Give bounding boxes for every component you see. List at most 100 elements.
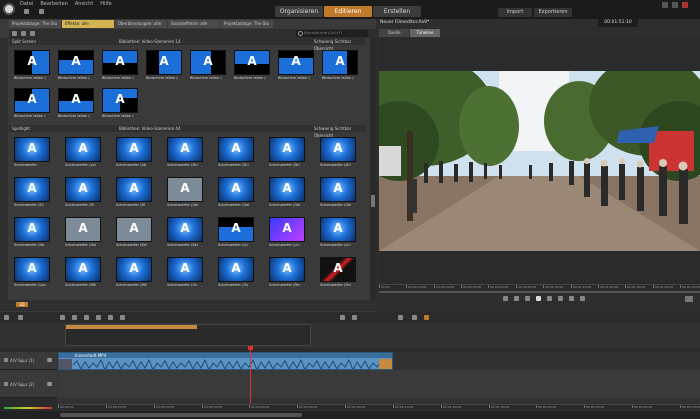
rewind-icon[interactable] [525,296,530,301]
video-preview[interactable] [379,71,700,251]
effect-thumbnail[interactable]: A Scheinwerfer (Mit [114,257,154,290]
effect-thumbnail[interactable]: A Scheinwerfer (Fil [114,177,154,210]
effect-thumbnail[interactable]: A Scheinwerfer (Lin [267,217,307,250]
track-2-lane[interactable] [58,370,700,398]
track-header-2[interactable]: A/V Spur (2) [0,370,57,398]
skip-end-icon[interactable] [569,296,574,301]
library-sidebar[interactable] [0,38,8,300]
text-icon[interactable] [72,315,77,320]
effect-thumbnail[interactable]: A Scheinwerfer (Fil [63,177,103,210]
effect-thumbnail[interactable]: A Scheinwerfer (Lin [318,217,358,250]
effect-thumbnail[interactable]: A Scheinwerfer (Dri [267,137,307,170]
effect-thumbnail[interactable]: A Bildschirm teilen ( [12,50,52,83]
split-icon[interactable] [84,315,89,320]
volume-icon[interactable] [580,296,585,301]
preview-ruler[interactable]: 00:00 00:00:10:00 00:00:20:00 00:00:30:00 00… [379,284,700,290]
trash-icon[interactable] [96,315,101,320]
3d-badge[interactable]: 3D [16,302,28,307]
zoom-in-icon[interactable] [352,315,357,320]
import-button[interactable]: Import [498,8,532,17]
zoom-icon[interactable] [340,315,345,320]
timeline-scrollbar[interactable] [0,411,700,419]
skip-start-icon[interactable] [503,296,508,301]
effect-thumbnail[interactable]: A Scheinwerfer (Gel [216,177,256,210]
effect-thumbnail[interactable]: A Bildschirm teilen ( [12,88,52,121]
effect-thumbnail[interactable]: A Scheinwerfer (Gel [318,177,358,210]
video-clip[interactable]: Innenstadt.MP4 [58,352,393,370]
effect-thumbnail[interactable]: A Scheinwerfer (Pol [318,257,358,290]
maximize-icon[interactable] [672,2,678,8]
sort-icon[interactable] [30,31,35,36]
library-tab-soundeffects[interactable]: Soundeffekte: alle [168,20,220,28]
effect-thumbnail[interactable]: A Bildschirm teilen ( [56,88,96,121]
tab-create[interactable]: Erstellen [373,6,421,17]
menu-item-help[interactable]: Hilfe [100,1,111,7]
effect-thumbnail[interactable]: A Scheinwerfer (Ov [165,257,205,290]
timeline-scrollbar-thumb[interactable] [60,413,302,417]
effect-thumbnail[interactable]: A Scheinwerfer (Gel [165,177,205,210]
effect-thumbnail[interactable]: A Scheinwerfer (Ho [12,217,52,250]
effect-thumbnail[interactable]: A Scheinwerfer (Ov [216,257,256,290]
record-icon[interactable] [424,315,429,320]
effect-thumbnail[interactable]: A Bildschirm teilen ( [144,50,184,83]
track-lock-icon[interactable] [4,382,8,386]
effect-thumbnail[interactable]: A Scheinwerfer (vol [63,137,103,170]
playhead-handle[interactable] [248,346,253,350]
fullscreen-icon[interactable] [685,296,693,302]
razor-icon[interactable] [4,315,9,320]
effect-thumbnail[interactable]: A Bildschirm teilen ( [56,50,96,83]
menu-item-edit[interactable]: Bearbeiten [40,1,67,7]
app-logo[interactable] [3,3,15,15]
library-tab-transitions[interactable]: Überblendungen: alle [115,20,167,28]
section-header-spotlight[interactable]: Spotlight Bibliothek: Video-Szenerien 44… [9,125,366,138]
library-tab-project-2[interactable]: Projektablage: The Stu [221,20,273,28]
tab-organize[interactable]: Organisieren [275,6,323,17]
audio-icon[interactable] [120,315,125,320]
tab-source[interactable]: Quelle [379,29,409,37]
library-tab-effects[interactable]: Effekte: alle [62,20,114,28]
export-button[interactable]: Exportieren [534,8,572,17]
list-view-icon[interactable] [12,31,17,36]
menu-item-view[interactable]: Ansicht [75,1,93,7]
step-forward-icon[interactable] [558,296,563,301]
settings-icon[interactable] [398,315,403,320]
effect-thumbnail[interactable]: A Bildschirm teilen ( [232,50,272,83]
search-input[interactable]: Schnellsuche (Ctrl+F) [296,30,368,37]
effect-thumbnail[interactable]: A Scheinwerfer (Lic [216,217,256,250]
preview-scrubber[interactable] [379,291,700,293]
menu-item-file[interactable]: Datei [20,1,33,7]
library-tab-project[interactable]: Projektablage: The Stu [9,20,61,28]
magnet-icon[interactable] [18,315,23,320]
library-scrollbar-thumb[interactable] [371,195,375,207]
effect-thumbnail[interactable]: A Scheinwerfer (Hol [63,217,103,250]
undo-icon[interactable] [24,9,29,14]
effect-thumbnail[interactable]: A Scheinwerfer (Kei [165,217,205,250]
tab-edit[interactable]: Editieren [324,6,372,17]
section-header-split-screen[interactable]: Split Screen Bibliothek: Video-Szenerien… [9,38,366,51]
marker-icon[interactable] [108,315,113,320]
effect-thumbnail[interactable]: A Scheinwerfer [12,137,52,170]
grid-view-icon[interactable] [21,31,26,36]
effect-thumbnail[interactable]: A Scheinwerfer (Mit [63,257,103,290]
title-icon[interactable] [60,315,65,320]
track-lock-icon[interactable] [4,358,8,362]
timeline-playhead[interactable] [250,348,251,410]
effect-thumbnail[interactable]: A Bildschirm teilen ( [100,50,140,83]
play-icon[interactable] [536,296,541,301]
effect-thumbnail[interactable]: A Scheinwerfer (Ab [114,137,154,170]
effect-thumbnail[interactable]: A Scheinwerfer (Eli [12,177,52,210]
effect-thumbnail[interactable]: A Scheinwerfer (Dri [216,137,256,170]
track-visibility-icon[interactable] [47,358,52,362]
keyframe-icon[interactable] [412,315,417,320]
minimize-icon[interactable] [662,2,668,8]
effect-thumbnail[interactable]: A Scheinwerfer (Par [267,257,307,290]
effect-thumbnail[interactable]: A Scheinwerfer (Dri [318,137,358,170]
step-back-icon[interactable] [514,296,519,301]
effect-thumbnail[interactable]: A Scheinwerfer (Kei [114,217,154,250]
effect-thumbnail[interactable]: A Bildschirm teilen ( [276,50,316,83]
effect-thumbnail[interactable]: A Bildschirm teilen ( [100,88,140,121]
effect-thumbnail[interactable]: A Bildschirm teilen ( [320,50,360,83]
effect-thumbnail[interactable]: A Bildschirm teilen ( [188,50,228,83]
tab-timeline[interactable]: Timeline [410,29,440,37]
redo-icon[interactable] [39,9,44,14]
